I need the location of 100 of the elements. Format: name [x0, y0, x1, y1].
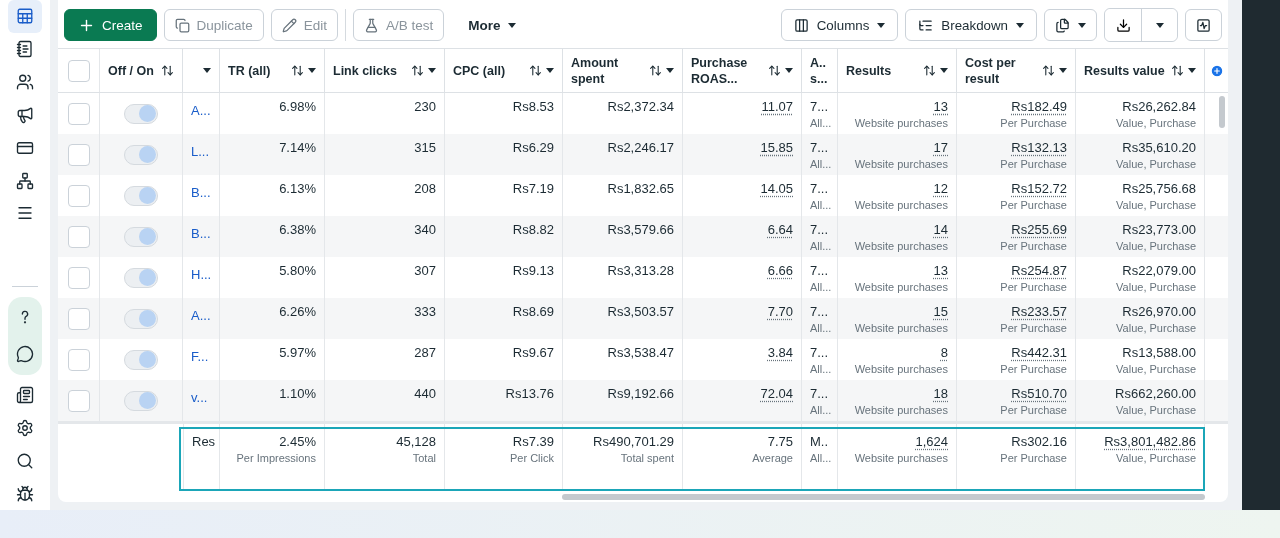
toggle-switch[interactable] — [124, 226, 158, 247]
column-header[interactable]: Results value — [1076, 49, 1205, 92]
table-cell: 6.38% — [279, 222, 316, 237]
reports-button[interactable] — [1044, 9, 1097, 41]
sort-icon — [768, 64, 781, 77]
row-checkbox[interactable] — [67, 143, 90, 166]
cell-caption: Per Purchase — [1000, 240, 1067, 252]
total-value: Rs7.39 — [512, 434, 554, 449]
table-cell: Rs35,610.20 — [1122, 140, 1196, 155]
column-header[interactable]: CPC (all) — [445, 49, 563, 92]
cell-caption: Total — [412, 452, 436, 464]
toggle-switch[interactable] — [124, 144, 158, 165]
row-checkbox[interactable] — [67, 389, 90, 412]
toggle-switch[interactable] — [124, 390, 158, 411]
caret-icon — [308, 68, 316, 73]
cell-caption: Value, Purchase — [1116, 404, 1196, 416]
toggle-switch[interactable] — [124, 267, 158, 288]
row-checkbox[interactable] — [67, 102, 90, 125]
caret-icon — [940, 68, 948, 73]
table-cell: Rs8.69 — [512, 304, 554, 319]
total-value: Rs302.16 — [1011, 434, 1067, 449]
ad-name-link[interactable]: L... — [191, 144, 210, 159]
row-checkbox[interactable] — [67, 307, 90, 330]
ad-name-link[interactable]: B... — [191, 185, 211, 200]
column-header[interactable]: Off / On — [100, 49, 183, 92]
row-checkbox[interactable] — [67, 348, 90, 371]
table-cell: 333 — [414, 304, 436, 319]
newspaper-icon — [16, 386, 34, 405]
chat-icon — [16, 345, 34, 364]
cell-caption: Per Purchase — [1000, 404, 1067, 416]
column-header[interactable]: Results — [838, 49, 957, 92]
caret-icon[interactable] — [203, 68, 211, 73]
totals-label: Res — [192, 434, 216, 449]
cell-caption: All... — [810, 363, 832, 375]
scrollbar-thumb[interactable] — [1219, 96, 1225, 128]
add-column-icon[interactable] — [1209, 63, 1224, 78]
cell-caption: Website purchases — [854, 363, 948, 375]
column-header[interactable]: TR (all) — [220, 49, 325, 92]
cell-caption: Per Click — [510, 452, 554, 464]
toggle-switch[interactable] — [124, 349, 158, 370]
table-cell: 315 — [414, 140, 436, 155]
columns-button[interactable]: Columns — [780, 9, 899, 41]
column-header[interactable]: Purchase ROAS... — [683, 49, 802, 92]
cell-caption: Value, Purchase — [1116, 322, 1196, 334]
table-cell: 7... — [810, 99, 829, 114]
cell-caption: Per Purchase — [1000, 158, 1067, 170]
cell-caption: All... — [810, 452, 832, 464]
ad-name-link[interactable]: v... — [191, 390, 208, 405]
select-all-checkbox[interactable] — [67, 59, 90, 82]
table-cell: 7... — [810, 304, 829, 319]
table-cell: 6.13% — [279, 181, 316, 196]
table-cell: 7... — [810, 140, 829, 155]
cell-caption: Total spent — [620, 452, 674, 464]
table-cell: Rs7.19 — [512, 181, 554, 196]
cell-caption: Per Purchase — [1000, 363, 1067, 375]
table-cell: Rs2,246.17 — [607, 140, 674, 155]
ad-name-link[interactable]: A... — [191, 103, 211, 118]
create-button[interactable]: Create — [64, 9, 157, 41]
table-cell: 14 — [933, 222, 948, 237]
download-icon — [1115, 17, 1131, 33]
cell-caption: Value, Purchase — [1116, 199, 1196, 211]
cell-caption: Per Purchase — [1000, 117, 1067, 129]
cell-caption: All... — [810, 404, 832, 416]
column-header[interactable]: Cost per result — [957, 49, 1076, 92]
column-header[interactable]: A.. s... — [802, 49, 838, 92]
row-checkbox[interactable] — [67, 225, 90, 248]
ad-name-link[interactable]: B... — [191, 226, 211, 241]
sort-icon — [923, 64, 936, 77]
caret-icon — [1059, 68, 1067, 73]
table-cell: Rs9.67 — [512, 345, 554, 360]
cell-caption: Value, Purchase — [1116, 240, 1196, 252]
toggle-switch[interactable] — [124, 103, 158, 124]
copy-icon — [174, 17, 190, 33]
cell-caption: Website purchases — [854, 404, 948, 416]
sort-icon — [161, 64, 174, 77]
column-header[interactable]: Link clicks — [325, 49, 445, 92]
scrollbar-thumb[interactable] — [562, 494, 1205, 500]
ad-name-link[interactable]: F... — [191, 349, 209, 364]
table-cell: Rs8.82 — [512, 222, 554, 237]
column-header[interactable]: Amount spent — [563, 49, 683, 92]
cell-caption: Value, Purchase — [1116, 117, 1196, 129]
chart-button[interactable] — [1185, 9, 1222, 41]
table-cell: Rs23,773.00 — [1122, 222, 1196, 237]
table-cell: Rs132.13 — [1011, 140, 1067, 155]
people-icon — [16, 73, 34, 92]
cell-caption: All... — [810, 281, 832, 293]
ad-name-link[interactable]: H... — [191, 267, 212, 282]
toggle-switch[interactable] — [124, 185, 158, 206]
cell-caption: Website purchases — [854, 281, 948, 293]
more-menu-button[interactable]: More — [451, 9, 533, 41]
table-cell: 18 — [933, 386, 948, 401]
toggle-switch[interactable] — [124, 308, 158, 329]
table-cell: 13 — [933, 99, 948, 114]
table-nav-item[interactable] — [8, 0, 42, 33]
table-cell: 14.05 — [760, 181, 793, 196]
breakdown-button[interactable]: Breakdown — [905, 9, 1037, 41]
row-checkbox[interactable] — [67, 184, 90, 207]
ad-name-link[interactable]: A... — [191, 308, 211, 323]
cell-caption: Website purchases — [854, 158, 948, 170]
row-checkbox[interactable] — [67, 266, 90, 289]
